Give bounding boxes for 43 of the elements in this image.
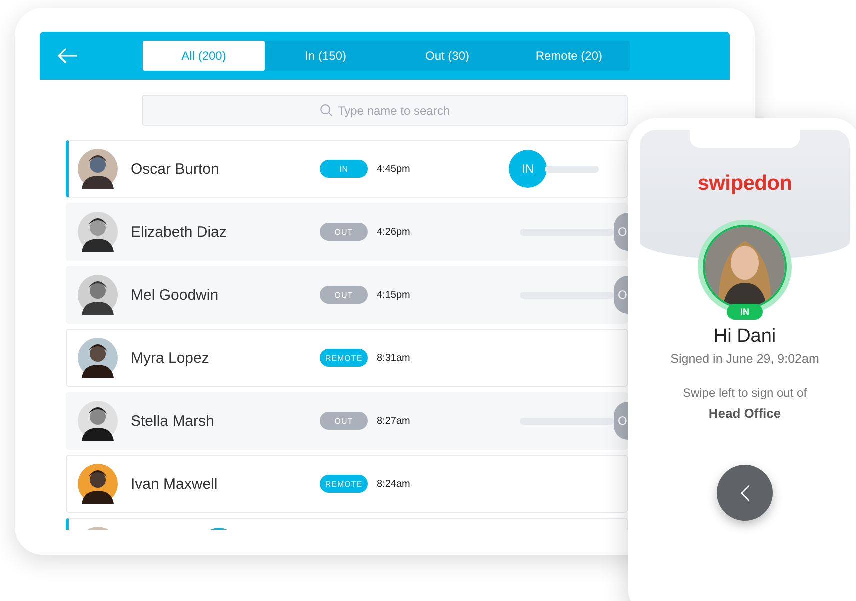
person-row[interactable]: Elizabeth Diaz OUT 4:26pm O	[66, 203, 628, 261]
search-field[interactable]: Type name to search	[142, 95, 628, 126]
status-badge: IN	[727, 304, 763, 320]
sign-time: 4:45pm	[377, 164, 412, 174]
sign-time: 8:24am	[377, 478, 412, 490]
filter-tab[interactable]: Out (30)	[386, 41, 508, 71]
logo: swipedon	[698, 172, 792, 196]
chevron-left-icon	[740, 484, 750, 502]
swipe-track	[545, 166, 599, 172]
signed-in-text: Signed in June 29, 9:02am	[670, 352, 820, 366]
status-badge: OUT	[320, 223, 368, 241]
filter-tab[interactable]: All (200)	[143, 41, 265, 71]
sign-time: 4:26pm	[377, 226, 412, 238]
sign-time: 8:31am	[377, 352, 412, 364]
person-name: Elizabeth Diaz	[131, 224, 228, 240]
sign-time: 4:15pm	[377, 290, 412, 300]
status-badge: REMOTE	[320, 349, 368, 367]
filter-tab[interactable]: Remote (20)	[508, 41, 630, 71]
back-icon[interactable]	[58, 48, 78, 64]
filter-tab[interactable]: In (150)	[265, 41, 387, 71]
location-name: Head Office	[708, 406, 782, 421]
swipe-handle[interactable]: IN	[509, 150, 547, 188]
person-row[interactable]: Mel Goodwin OUT 4:15pm O	[66, 266, 628, 324]
status-badge: OUT	[320, 286, 368, 304]
swipe-handle[interactable]: O	[614, 402, 628, 440]
person-name: Oscar Burton	[131, 160, 220, 178]
sign-time: 8:27am	[377, 416, 412, 426]
person-row[interactable]: Stella Marsh OUT 8:27am O	[66, 392, 628, 450]
swipe-handle[interactable]: O	[614, 213, 628, 251]
person-name: Myra Lopez	[131, 350, 210, 366]
swipe-button[interactable]	[717, 465, 773, 521]
person-name: Stella Marsh	[131, 412, 216, 430]
swipe-handle[interactable]: O	[614, 276, 628, 314]
instruction-text: Swipe left to sign out of	[682, 386, 808, 400]
greeting: Hi Dani	[714, 326, 776, 348]
status-badge: REMOTE	[320, 475, 368, 493]
person-name: Mel Goodwin	[131, 286, 220, 304]
person-row[interactable]: Oscar Burton IN 4:45pm IN	[66, 140, 628, 198]
person-row[interactable]: Myra Lopez REMOTE 8:31am	[66, 329, 628, 387]
status-badge: IN	[320, 160, 368, 178]
person-name: Ivan Maxwell	[131, 476, 219, 492]
person-row[interactable]: Ivan Maxwell REMOTE 8:24am	[66, 455, 628, 513]
status-badge: OUT	[320, 412, 368, 430]
